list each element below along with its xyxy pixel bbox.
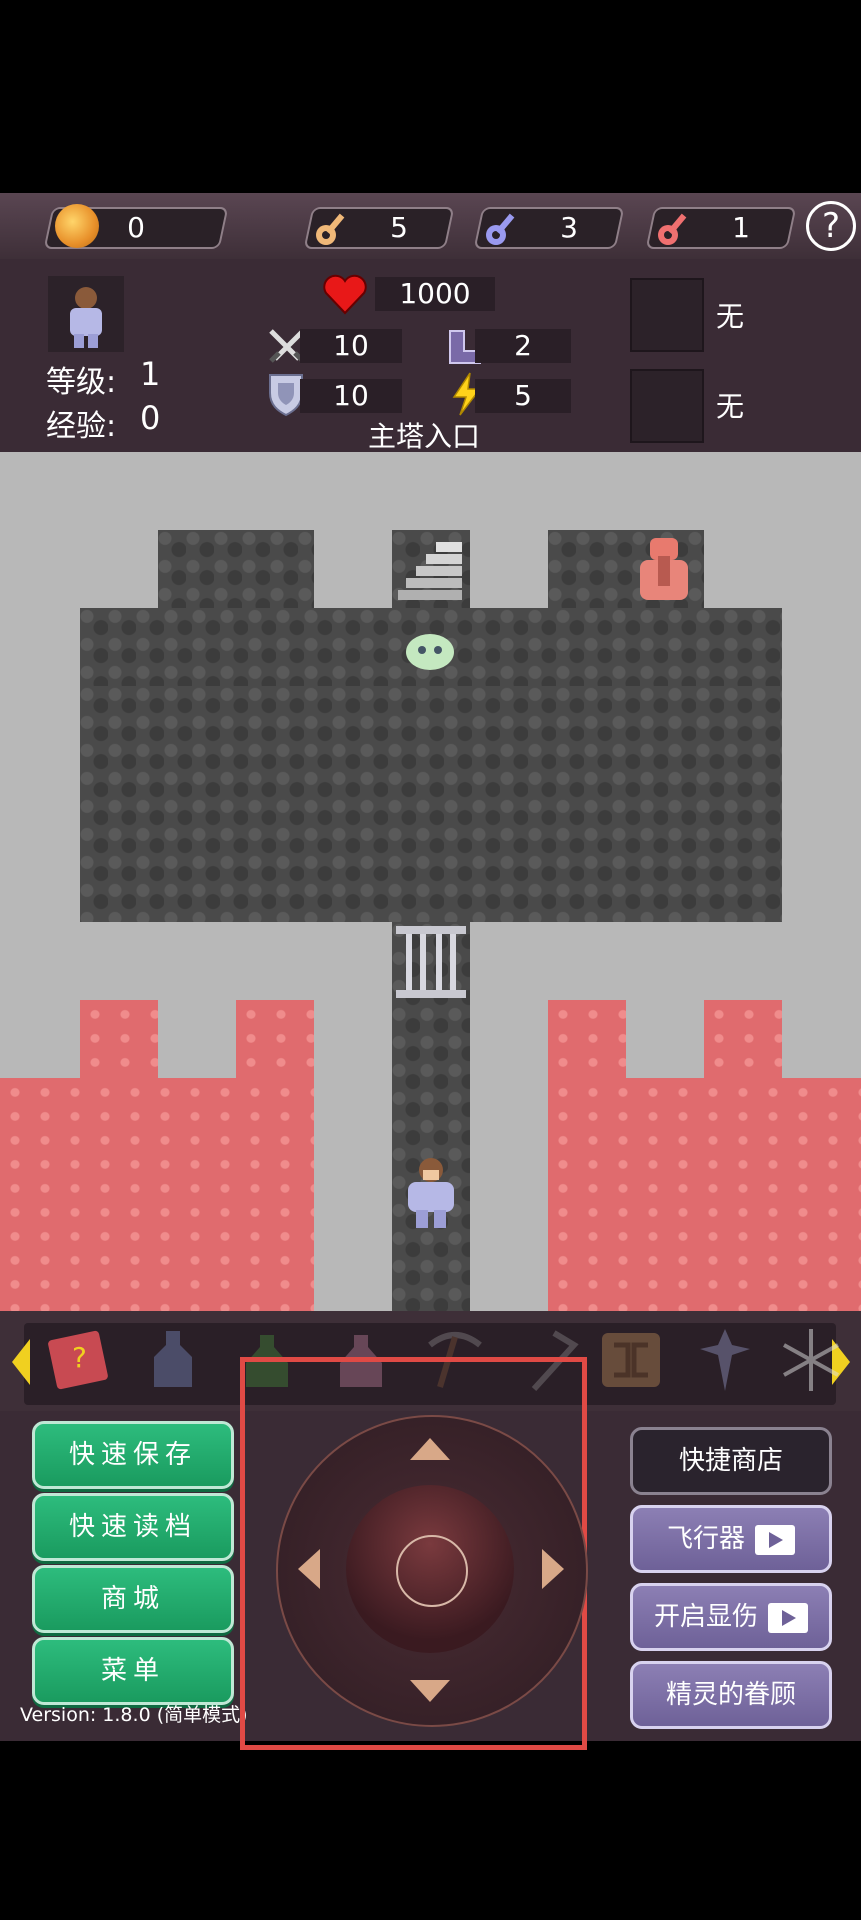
game-map[interactable]	[0, 452, 861, 1311]
video-ad-icon	[755, 1524, 795, 1555]
arrow-down-icon[interactable]	[406, 1676, 454, 1706]
svg-text:?: ?	[72, 1341, 87, 1374]
status-panel: 等级: 1 经验: 0 1000 10 2 10 5 主塔入口 无 无	[0, 259, 861, 453]
red-key-icon	[658, 213, 687, 245]
snowflake-icon[interactable]	[776, 1325, 846, 1395]
equipment-slot-2-label: 无	[716, 390, 745, 423]
menu-button[interactable]: 菜单	[32, 1637, 234, 1705]
iron-gate-icon[interactable]	[394, 924, 468, 1000]
hero-sprite	[408, 1158, 454, 1228]
arrow-right-icon[interactable]	[538, 1545, 568, 1593]
equipment-slot-2[interactable]	[630, 369, 704, 443]
video-ad-icon	[768, 1602, 808, 1633]
bomb-icon[interactable]	[596, 1325, 666, 1395]
resource-bar: 0 5 3 1 ?	[0, 193, 861, 259]
equipment-slot-1[interactable]	[630, 278, 704, 352]
energy-value: 5	[514, 379, 532, 412]
scroll-left-icon[interactable]	[8, 1337, 34, 1387]
lava-tile	[236, 1000, 314, 1080]
floor-name: 主塔入口	[368, 420, 481, 453]
lava-tile	[704, 1000, 782, 1080]
yellow-key-icon	[316, 213, 345, 245]
gold-coin-icon	[55, 204, 99, 248]
quick-shop-button[interactable]: 快捷商店	[630, 1427, 832, 1495]
lava-tile	[548, 1078, 861, 1311]
speed-value: 2	[514, 329, 532, 362]
show-damage-button[interactable]: 开启显伤	[630, 1583, 832, 1651]
cross-icon[interactable]	[690, 1325, 760, 1395]
floor-tile	[80, 686, 782, 922]
lava-tile	[0, 1078, 314, 1311]
equipment-slot-1-label: 无	[716, 300, 745, 333]
shop-button[interactable]: 商城	[32, 1565, 234, 1633]
arrow-up-icon[interactable]	[406, 1434, 454, 1464]
joystick-center-ring	[396, 1535, 468, 1607]
version-label: Version: 1.8.0 (简单模式)	[20, 1704, 248, 1726]
monster-book-icon[interactable]: ?	[44, 1325, 114, 1395]
fly-button-label: 飞行器	[666, 1524, 745, 1554]
exp-label: 经验:	[46, 409, 117, 444]
heart-icon	[323, 274, 367, 315]
fly-button[interactable]: 飞行器	[630, 1505, 832, 1573]
lava-tile	[80, 1000, 158, 1080]
exp-value: 0	[140, 399, 161, 437]
green-slime-icon[interactable]	[402, 624, 458, 672]
hero-portrait	[48, 276, 124, 352]
hp-value: 1000	[399, 277, 471, 310]
level-value: 1	[140, 355, 161, 393]
arrow-left-icon[interactable]	[294, 1545, 324, 1593]
floor-tile	[158, 530, 314, 610]
attack-value: 10	[333, 329, 369, 362]
help-button[interactable]: ?	[806, 201, 856, 251]
lava-tile	[548, 1000, 626, 1080]
fairy-blessing-button[interactable]: 精灵的眷顾	[630, 1661, 832, 1729]
stairs-icon[interactable]	[396, 538, 466, 604]
level-label: 等级:	[46, 365, 117, 400]
quick-load-button[interactable]: 快速读档	[32, 1493, 234, 1561]
defense-value: 10	[333, 379, 369, 412]
blue-key-icon	[486, 213, 515, 245]
old-man-npc-icon[interactable]	[628, 532, 700, 608]
bottle-icon[interactable]	[138, 1325, 208, 1395]
show-damage-button-label: 开启显伤	[653, 1602, 758, 1632]
quick-save-button[interactable]: 快速保存	[32, 1421, 234, 1489]
